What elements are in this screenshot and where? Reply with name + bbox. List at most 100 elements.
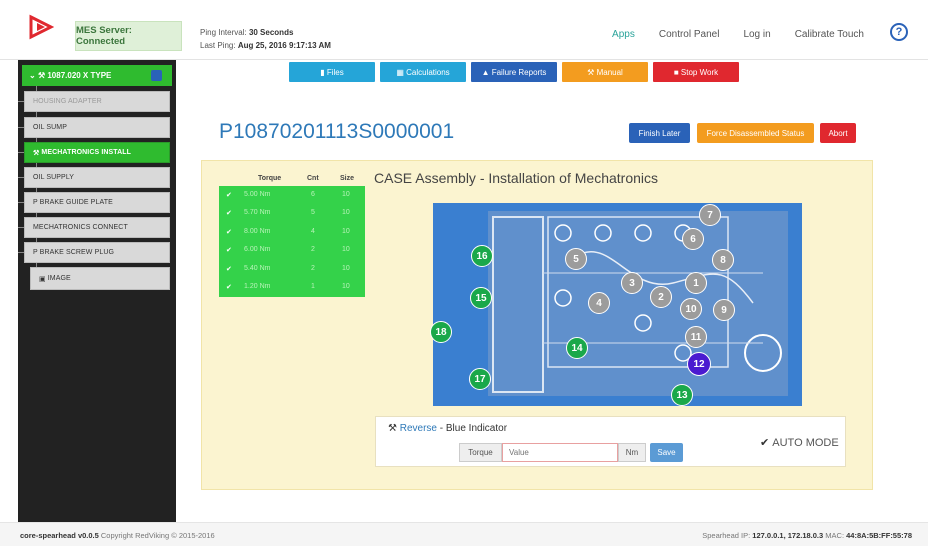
table-header-cnt: Cnt	[307, 175, 319, 182]
sidebar-item-mechatronics-install[interactable]: ⚒ MECHATRONICS INSTALL	[24, 142, 170, 163]
ping-info: Ping Interval: 30 Seconds Last Ping: Aug…	[200, 26, 331, 52]
table-row: ✔ 5.70 Nm 5 10	[219, 204, 365, 222]
image-icon: ▣	[39, 275, 48, 283]
marker-7[interactable]: 7	[699, 204, 721, 226]
files-button[interactable]: ▮ Files	[289, 62, 375, 82]
sidebar-item-housing-adapter[interactable]: HOUSING ADAPTER	[24, 91, 170, 112]
table-header-size: Size	[340, 175, 355, 182]
marker-18[interactable]: 18	[430, 321, 452, 343]
files-button-label: Files	[326, 67, 344, 77]
sidebar-item-p-brake-guide-plate[interactable]: P BRAKE GUIDE PLATE	[24, 192, 170, 213]
marker-12-current[interactable]: 12	[687, 352, 711, 376]
nav-control-panel[interactable]: Control Panel	[659, 29, 720, 40]
wrench-icon: ⚒	[37, 71, 48, 80]
marker-17[interactable]: 17	[469, 368, 491, 390]
torque-cell: 1.20 Nm	[244, 283, 271, 290]
stop-work-button-label: Stop Work	[680, 67, 719, 77]
torque-addon-label: Torque	[459, 443, 502, 462]
marker-3[interactable]: 3	[621, 272, 643, 294]
table-row: ✔ 5.40 Nm 2 10	[219, 260, 365, 278]
marker-4[interactable]: 4	[588, 292, 610, 314]
top-navbar: MES Server: Connected Ping Interval: 30 …	[0, 0, 928, 60]
chevron-down-icon: ⌄	[29, 71, 38, 80]
sidebar-item-label: P BRAKE GUIDE PLATE	[33, 199, 113, 206]
nav-log-in[interactable]: Log in	[743, 29, 770, 40]
unit-addon-label: Nm	[618, 443, 646, 462]
size-cell: 10	[342, 246, 350, 253]
marker-13[interactable]: 13	[671, 384, 693, 406]
torque-cell: 8.00 Nm	[244, 228, 271, 235]
marker-10[interactable]: 10	[680, 298, 702, 320]
abort-button[interactable]: Abort	[820, 123, 856, 143]
finish-later-button[interactable]: Finish Later	[629, 123, 690, 143]
sidebar-item-p-brake-screw-plug[interactable]: P BRAKE SCREW PLUG	[24, 242, 170, 263]
wrench-icon: ⚒	[587, 67, 597, 77]
mes-status-badge: MES Server: Connected	[75, 21, 182, 51]
marker-1[interactable]: 1	[685, 272, 707, 294]
torque-value-input[interactable]	[502, 443, 618, 462]
check-icon: ✔	[226, 192, 232, 199]
force-disassembled-button[interactable]: Force Disassembled Status	[697, 123, 814, 143]
footer-right: Spearhead IP: 127.0.0.1, 172.18.0.3 MAC:…	[702, 531, 912, 540]
sidebar-item-mechatronics-connect[interactable]: MECHATRONICS CONNECT	[24, 217, 170, 238]
sidebar-item-label: IMAGE	[47, 275, 71, 282]
sidebar-item-oil-supply[interactable]: OIL SUPPLY	[24, 167, 170, 188]
marker-9[interactable]: 9	[713, 299, 735, 321]
calculations-button[interactable]: ▦ Calculations	[380, 62, 466, 82]
sidebar-item-oil-sump[interactable]: OIL SUMP	[24, 117, 170, 138]
table-row: ✔ 6.00 Nm 2 10	[219, 241, 365, 259]
size-cell: 10	[342, 265, 350, 272]
ping-interval-label: Ping Interval:	[200, 28, 247, 37]
failure-reports-button[interactable]: ▲ Failure Reports	[471, 62, 557, 82]
marker-5[interactable]: 5	[565, 248, 587, 270]
calculator-icon: ▦	[396, 67, 407, 77]
ip-value: 127.0.0.1, 172.18.0.3	[752, 531, 824, 540]
app-version: core-spearhead v0.0.5	[20, 531, 99, 540]
copyright: Copyright RedViking © 2015-2016	[100, 531, 215, 540]
tool-indicator-title: ⚒ Reverse - Blue Indicator	[388, 423, 507, 434]
sidebar-badge-icon	[151, 70, 162, 81]
marker-11[interactable]: 11	[685, 326, 707, 348]
cnt-cell: 6	[311, 191, 315, 198]
manual-button[interactable]: ⚒ Manual	[562, 62, 648, 82]
size-cell: 10	[342, 209, 350, 216]
serial-number: P10870201113S0000001	[219, 120, 455, 143]
nav-apps[interactable]: Apps	[612, 29, 635, 40]
table-row: ✔ 8.00 Nm 4 10	[219, 223, 365, 241]
sidebar-item-label: OIL SUPPLY	[33, 174, 75, 181]
marker-8[interactable]: 8	[712, 249, 734, 271]
sidebar-root-item[interactable]: ⌄ ⚒ 1087.020 X TYPE	[22, 65, 172, 86]
stop-work-button[interactable]: ■ Stop Work	[653, 62, 739, 82]
check-icon: ✔	[226, 284, 232, 291]
auto-mode-indicator: ✔ AUTO MODE	[760, 436, 839, 449]
save-button[interactable]: Save	[650, 443, 683, 462]
footer: core-spearhead v0.0.5 Copyright RedVikin…	[0, 522, 928, 546]
nav-calibrate-touch[interactable]: Calibrate Touch	[795, 29, 864, 40]
assembly-title: CASE Assembly - Installation of Mechatro…	[374, 170, 659, 186]
last-ping-value: Aug 25, 2016 9:17:13 AM	[237, 41, 331, 50]
marker-16[interactable]: 16	[471, 245, 493, 267]
marker-6[interactable]: 6	[682, 228, 704, 250]
ping-interval-value: 30 Seconds	[248, 28, 294, 37]
size-cell: 10	[342, 283, 350, 290]
check-icon: ✔	[760, 437, 770, 449]
failure-reports-button-label: Failure Reports	[491, 67, 547, 77]
cnt-cell: 2	[311, 246, 315, 253]
footer-left: core-spearhead v0.0.5 Copyright RedVikin…	[20, 531, 215, 540]
wrench-icon: ⚒	[33, 149, 42, 157]
last-ping-label: Last Ping:	[200, 41, 236, 50]
cnt-cell: 2	[311, 265, 315, 272]
help-icon[interactable]: ?	[890, 23, 908, 41]
table-header-torque: Torque	[258, 175, 282, 182]
sidebar-item-label: HOUSING ADAPTER	[33, 98, 102, 105]
torque-cell: 5.00 Nm	[244, 191, 271, 198]
sidebar-item-image[interactable]: ▣ IMAGE	[30, 267, 170, 290]
cnt-cell: 1	[311, 283, 315, 290]
spearhead-logo-icon	[29, 14, 54, 40]
file-icon: ▮	[320, 67, 327, 77]
marker-2[interactable]: 2	[650, 286, 672, 308]
nav-links: Apps Control Panel Log in Calibrate Touc…	[588, 23, 908, 41]
mac-label: MAC:	[825, 531, 845, 540]
marker-15[interactable]: 15	[470, 287, 492, 309]
marker-14[interactable]: 14	[566, 337, 588, 359]
